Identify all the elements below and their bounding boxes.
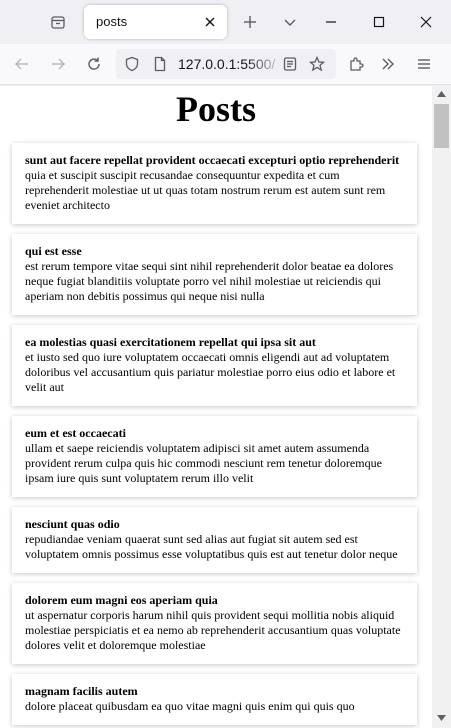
shield-icon[interactable] (122, 54, 142, 74)
post-title: dolorem eum magni eos aperiam quia (25, 593, 218, 607)
arrow-right-icon[interactable] (45, 51, 71, 77)
arrow-left-icon[interactable] (9, 51, 35, 77)
post-card: qui est esse est rerum tempore vitae seq… (12, 234, 417, 315)
post-title: ea molestias quasi exercitationem repell… (25, 335, 316, 349)
post-title: qui est esse (25, 244, 82, 258)
tab-title: posts (96, 14, 128, 29)
tab-strip: posts (0, 0, 451, 44)
puzzle-icon[interactable] (343, 51, 369, 77)
scrollbar-thumb[interactable] (434, 104, 449, 148)
post-card: nesciunt quas odio repudiandae veniam qu… (12, 507, 417, 573)
post-body: ut aspernatur corporis harum nihil quis … (25, 608, 401, 652)
post-body: dolore placeat quibusdam ea quo vitae ma… (25, 699, 355, 713)
minimize-icon[interactable] (317, 8, 345, 36)
url-fade (246, 54, 284, 74)
plus-icon[interactable] (238, 10, 262, 34)
post-title: sunt aut facere repellat provident occae… (25, 153, 400, 167)
post-title: nesciunt quas odio (25, 517, 120, 531)
star-icon[interactable] (307, 54, 327, 74)
post-card: dolorem eum magni eos aperiam quia ut as… (12, 583, 417, 664)
reader-view-icon[interactable] (280, 54, 300, 74)
post-body: ullam et saepe reiciendis voluptatem adi… (25, 441, 382, 485)
post-card: magnam facilis autem dolore placeat quib… (12, 674, 417, 725)
double-chevron-right-icon[interactable] (375, 51, 401, 77)
page-title: Posts (176, 89, 256, 129)
close-window-icon[interactable] (412, 8, 440, 36)
page-viewport: Posts sunt aut facere repellat provident… (0, 86, 432, 728)
post-title: magnam facilis autem (25, 684, 138, 698)
post-body: repudiandae veniam quaerat sunt sed alia… (25, 532, 398, 561)
vertical-scrollbar[interactable] (432, 86, 451, 728)
tab-posts[interactable]: posts (84, 5, 227, 39)
post-body: est rerum tempore vitae sequi sint nihil… (25, 259, 394, 303)
post-card: eum et est occaecati ullam et saepe reic… (12, 416, 417, 497)
hamburger-menu-icon[interactable] (411, 51, 437, 77)
page-icon[interactable] (150, 54, 170, 74)
scroll-down-arrow-icon[interactable] (434, 712, 449, 724)
chevron-down-icon[interactable] (278, 10, 302, 34)
post-card: sunt aut facere repellat provident occae… (12, 143, 417, 224)
navigation-toolbar: 127.0.0.1:5500/ (0, 44, 451, 85)
close-icon[interactable] (201, 13, 219, 31)
post-list: sunt aut facere repellat provident occae… (12, 143, 417, 728)
post-title: eum et est occaecati (25, 426, 126, 440)
post-body: quia et suscipit suscipit recusandae con… (25, 168, 386, 212)
post-card: ea molestias quasi exercitationem repell… (12, 325, 417, 406)
post-body: et iusto sed quo iure voluptatem occaeca… (25, 350, 396, 394)
url-bar[interactable]: 127.0.0.1:5500/ (116, 49, 336, 79)
tab-list-icon[interactable] (44, 8, 72, 36)
scroll-up-arrow-icon[interactable] (434, 88, 449, 100)
maximize-icon[interactable] (365, 8, 393, 36)
reload-icon[interactable] (81, 51, 107, 77)
